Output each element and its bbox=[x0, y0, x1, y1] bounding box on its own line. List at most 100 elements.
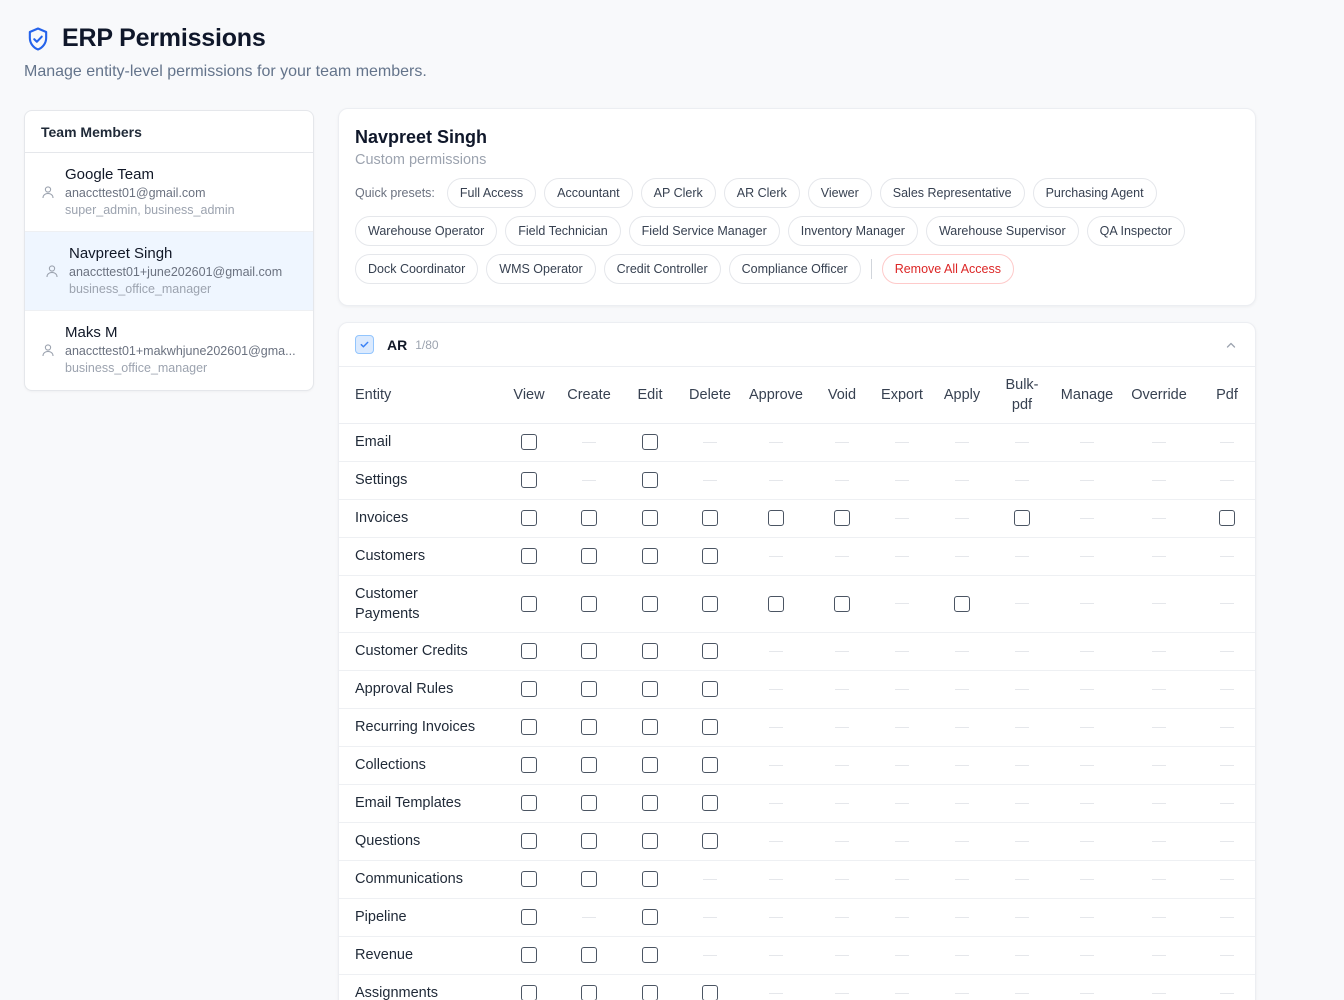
permission-checkbox[interactable] bbox=[642, 643, 658, 660]
not-applicable-dash bbox=[1015, 650, 1029, 652]
permission-checkbox[interactable] bbox=[581, 510, 597, 527]
permission-checkbox[interactable] bbox=[702, 985, 718, 1000]
not-applicable-dash bbox=[1015, 954, 1029, 956]
module-select-checkbox[interactable] bbox=[355, 335, 374, 354]
permission-checkbox[interactable] bbox=[702, 510, 718, 527]
permission-checkbox[interactable] bbox=[642, 548, 658, 565]
remove-all-access-button[interactable]: Remove All Access bbox=[881, 254, 1014, 284]
permission-checkbox[interactable] bbox=[581, 947, 597, 964]
preset-chip[interactable]: Warehouse Operator bbox=[355, 216, 498, 246]
permission-checkbox[interactable] bbox=[642, 985, 658, 1000]
permission-checkbox[interactable] bbox=[521, 795, 537, 812]
title-row: ERP Permissions bbox=[24, 24, 427, 53]
permission-checkbox[interactable] bbox=[702, 719, 718, 736]
preset-chip[interactable]: Accountant bbox=[544, 178, 633, 208]
preset-chip[interactable]: Viewer bbox=[807, 178, 872, 208]
permission-checkbox[interactable] bbox=[521, 757, 537, 774]
member-item[interactable]: Google Team anaccttest01@gmail.com super_a… bbox=[25, 153, 313, 232]
permission-checkbox[interactable] bbox=[702, 757, 718, 774]
preset-chip[interactable]: Sales Representative bbox=[879, 178, 1025, 208]
chevron-up-icon[interactable] bbox=[1225, 339, 1237, 351]
permission-checkbox[interactable] bbox=[642, 909, 658, 926]
permission-checkbox[interactable] bbox=[702, 643, 718, 660]
permission-checkbox[interactable] bbox=[581, 871, 597, 888]
permission-checkbox[interactable] bbox=[521, 909, 537, 926]
preset-chip[interactable]: QA Inspector bbox=[1086, 216, 1185, 246]
permission-checkbox[interactable] bbox=[702, 681, 718, 698]
permission-checkbox[interactable] bbox=[581, 548, 597, 565]
permission-checkbox[interactable] bbox=[521, 719, 537, 736]
permission-checkbox[interactable] bbox=[642, 795, 658, 812]
preset-chip[interactable]: Field Service Manager bbox=[628, 216, 780, 246]
preset-chip[interactable]: AR Clerk bbox=[723, 178, 800, 208]
permission-checkbox[interactable] bbox=[642, 757, 658, 774]
not-applicable-dash bbox=[1080, 441, 1094, 443]
permission-checkbox[interactable] bbox=[702, 548, 718, 565]
not-applicable-dash bbox=[955, 802, 969, 804]
permission-checkbox[interactable] bbox=[642, 434, 658, 451]
permission-cell bbox=[681, 499, 739, 538]
preset-chip[interactable]: Compliance Officer bbox=[728, 254, 861, 284]
permission-cell bbox=[991, 423, 1053, 462]
permission-checkbox[interactable] bbox=[642, 947, 658, 964]
permission-checkbox[interactable] bbox=[521, 871, 537, 888]
permission-cell bbox=[619, 974, 681, 1000]
permission-cell bbox=[813, 575, 871, 633]
permission-checkbox[interactable] bbox=[521, 510, 537, 527]
permission-checkbox[interactable] bbox=[581, 795, 597, 812]
permission-checkbox[interactable] bbox=[521, 434, 537, 451]
permission-cell bbox=[1053, 537, 1121, 576]
preset-chip[interactable]: Credit Controller bbox=[603, 254, 721, 284]
permission-checkbox[interactable] bbox=[581, 757, 597, 774]
preset-chip[interactable]: WMS Operator bbox=[486, 254, 596, 284]
preset-chip[interactable]: Inventory Manager bbox=[787, 216, 918, 246]
permission-checkbox[interactable] bbox=[581, 833, 597, 850]
not-applicable-dash bbox=[955, 479, 969, 481]
permission-checkbox[interactable] bbox=[768, 510, 784, 527]
module-header[interactable]: AR 1/80 bbox=[339, 323, 1255, 367]
permission-checkbox[interactable] bbox=[521, 985, 537, 1000]
permission-cell bbox=[1053, 461, 1121, 500]
permission-checkbox[interactable] bbox=[642, 595, 658, 612]
preset-chip[interactable]: Purchasing Agent bbox=[1032, 178, 1157, 208]
permission-checkbox[interactable] bbox=[521, 548, 537, 565]
member-item[interactable]: Navpreet Singh anaccttest01+june202601@gm… bbox=[25, 232, 313, 311]
permission-checkbox[interactable] bbox=[642, 833, 658, 850]
preset-chip[interactable]: Full Access bbox=[446, 178, 537, 208]
permission-checkbox[interactable] bbox=[521, 833, 537, 850]
permission-checkbox[interactable] bbox=[521, 643, 537, 660]
permission-checkbox[interactable] bbox=[642, 510, 658, 527]
preset-chip[interactable]: Field Technician bbox=[505, 216, 621, 246]
not-applicable-dash bbox=[1015, 916, 1029, 918]
member-item[interactable]: Maks M anaccttest01+makwhjune202601@gma..… bbox=[25, 311, 313, 390]
permission-checkbox[interactable] bbox=[581, 643, 597, 660]
preset-chip[interactable]: Warehouse Supervisor bbox=[925, 216, 1079, 246]
permission-cell bbox=[813, 461, 871, 500]
permission-checkbox[interactable] bbox=[1014, 510, 1030, 527]
permission-checkbox[interactable] bbox=[768, 595, 784, 612]
preset-chip[interactable]: Dock Coordinator bbox=[355, 254, 479, 284]
permission-checkbox[interactable] bbox=[702, 833, 718, 850]
permission-checkbox[interactable] bbox=[642, 719, 658, 736]
permission-checkbox[interactable] bbox=[581, 595, 597, 612]
permission-checkbox[interactable] bbox=[834, 595, 850, 612]
permission-cell bbox=[871, 746, 933, 785]
permission-checkbox[interactable] bbox=[834, 510, 850, 527]
permission-checkbox[interactable] bbox=[702, 795, 718, 812]
permission-checkbox[interactable] bbox=[642, 681, 658, 698]
permission-checkbox[interactable] bbox=[702, 595, 718, 612]
permission-checkbox[interactable] bbox=[642, 871, 658, 888]
check-icon bbox=[360, 341, 369, 348]
permission-checkbox[interactable] bbox=[581, 719, 597, 736]
permission-checkbox[interactable] bbox=[521, 595, 537, 612]
permission-checkbox[interactable] bbox=[521, 472, 537, 489]
permission-checkbox[interactable] bbox=[521, 681, 537, 698]
permission-checkbox[interactable] bbox=[1219, 510, 1235, 527]
not-applicable-dash bbox=[1015, 764, 1029, 766]
permission-checkbox[interactable] bbox=[581, 985, 597, 1000]
preset-chip[interactable]: AP Clerk bbox=[640, 178, 716, 208]
permission-checkbox[interactable] bbox=[521, 947, 537, 964]
permission-checkbox[interactable] bbox=[954, 595, 970, 612]
permission-checkbox[interactable] bbox=[581, 681, 597, 698]
permission-checkbox[interactable] bbox=[642, 472, 658, 489]
